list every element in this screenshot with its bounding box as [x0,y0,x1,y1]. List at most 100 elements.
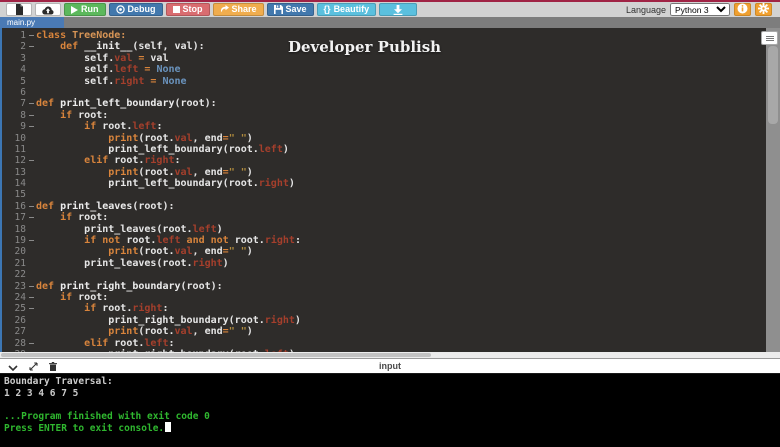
code-text: print(root.val, end=" ") [108,326,253,338]
line-number: 11 [14,143,26,155]
code-line[interactable]: 23 def print_right_boundary(root): [0,281,766,292]
fold-marker[interactable] [26,338,36,349]
code-line[interactable]: 5 self.right = None [0,76,766,87]
share-label: Share [231,4,257,14]
code-line[interactable]: 22 [0,269,766,280]
code-line[interactable]: 26 print_right_boundary(root.right) [0,315,766,326]
file-icon [15,4,24,15]
code-text: elif root.left: [84,337,175,349]
code-line[interactable]: 20 print(root.val, end=" ") [0,246,766,257]
fold-marker[interactable] [26,303,36,314]
line-number: 6 [20,86,26,98]
line-number: 16 [14,200,26,212]
fold-marker[interactable] [26,41,36,52]
save-floppy-icon [273,5,283,14]
code-line[interactable]: 16 def print_leaves(root): [0,201,766,212]
console-cursor [165,422,172,432]
code-line[interactable]: 8 if root: [0,110,766,121]
console-line: 1 2 3 4 6 7 5 [4,387,79,399]
new-file-button[interactable] [6,3,32,16]
fold-marker[interactable] [26,30,36,41]
code-text: if root: [60,291,109,303]
code-text: if not root.left and not root.right: [84,235,301,247]
code-editor[interactable]: 1 class TreeNode: 2 def __init__(self, val… [0,28,780,352]
code-line[interactable]: 28 elif root.left: [0,338,766,349]
settings-button[interactable] [755,3,772,16]
fold-marker[interactable] [26,110,36,121]
expand-console-button[interactable] [29,359,38,374]
code-text: def print_leaves(root): [36,200,175,212]
code-line[interactable]: 19 if not root.left and not root.right: [0,235,766,246]
code-text: print(root.val, end=" ") [108,166,253,178]
share-button[interactable]: Share [212,3,264,16]
upload-button[interactable] [35,3,61,16]
console-output[interactable]: Boundary Traversal: 1 2 3 4 6 7 5 ...Prog… [0,374,780,447]
collapse-console-button[interactable] [8,359,18,374]
code-line[interactable]: 10 print(root.val, end=" ") [0,133,766,144]
info-button[interactable] [734,3,751,16]
fold-marker[interactable] [26,212,36,223]
online-ide-window: Run Debug Stop Share Save {} Beautify La… [0,0,780,447]
console-line: Boundary Traversal: [4,376,113,387]
fold-marker[interactable] [26,155,36,166]
code-line[interactable]: 12 elif root.right: [0,155,766,166]
debug-button[interactable]: Debug [108,3,163,16]
code-line[interactable]: 9 if root.left: [0,121,766,132]
code-line[interactable]: 17 if root: [0,212,766,223]
console-line: Press ENTER to exit console. [4,422,776,435]
line-number: 28 [14,337,26,349]
gear-icon [758,2,769,17]
fold-marker[interactable] [26,281,36,292]
stop-button[interactable]: Stop [165,3,210,16]
line-number: 5 [20,75,26,87]
fold-marker[interactable] [26,98,36,109]
code-text: elif root.right: [84,155,181,167]
editor-corner-button[interactable] [761,31,778,45]
line-number: 15 [14,189,26,201]
play-icon [71,5,78,14]
tab-main-py[interactable]: main.py [0,17,64,28]
code-line[interactable]: 24 if root: [0,292,766,303]
code-line[interactable]: 6 [0,87,766,98]
save-button[interactable]: Save [266,3,314,16]
run-label: Run [81,4,99,14]
code-line[interactable]: 15 [0,189,766,200]
fold-marker[interactable] [26,201,36,212]
run-button[interactable]: Run [64,3,106,16]
horizontal-scrollbar-thumb[interactable] [1,353,431,357]
beautify-button[interactable]: {} Beautify [316,3,377,16]
code-text: self.right = None [36,75,187,87]
code-line[interactable]: 14 print_left_boundary(root.right) [0,178,766,189]
clear-console-button[interactable] [49,359,57,374]
debug-target-icon [115,5,125,14]
code-line[interactable]: 13 print(root.val, end=" ") [0,167,766,178]
code-line[interactable]: 11 print_left_boundary(root.left) [0,144,766,155]
code-line[interactable]: 18 print_leaves(root.left) [0,224,766,235]
vertical-scrollbar-thumb[interactable] [768,46,778,124]
line-number: 25 [14,303,26,315]
code-text: self.left = None [36,64,181,76]
fold-marker[interactable] [26,235,36,246]
fold-marker[interactable] [26,121,36,132]
language-select[interactable]: Python 3 [670,3,730,16]
code-line[interactable]: 27 print(root.val, end=" ") [0,326,766,337]
code-line[interactable]: 25 if root.right: [0,303,766,314]
code-line[interactable]: 4 self.left = None [0,64,766,75]
download-button[interactable] [379,3,418,16]
vertical-scrollbar[interactable] [766,28,780,352]
debug-label: Debug [127,4,156,14]
code-line[interactable]: 7 def print_left_boundary(root): [0,98,766,109]
code-text: print(root.val, end=" ") [108,132,253,144]
language-label: Language [625,4,666,15]
fold-marker[interactable] [26,292,36,303]
code-line[interactable]: 21 print_leaves(root.right) [0,258,766,269]
